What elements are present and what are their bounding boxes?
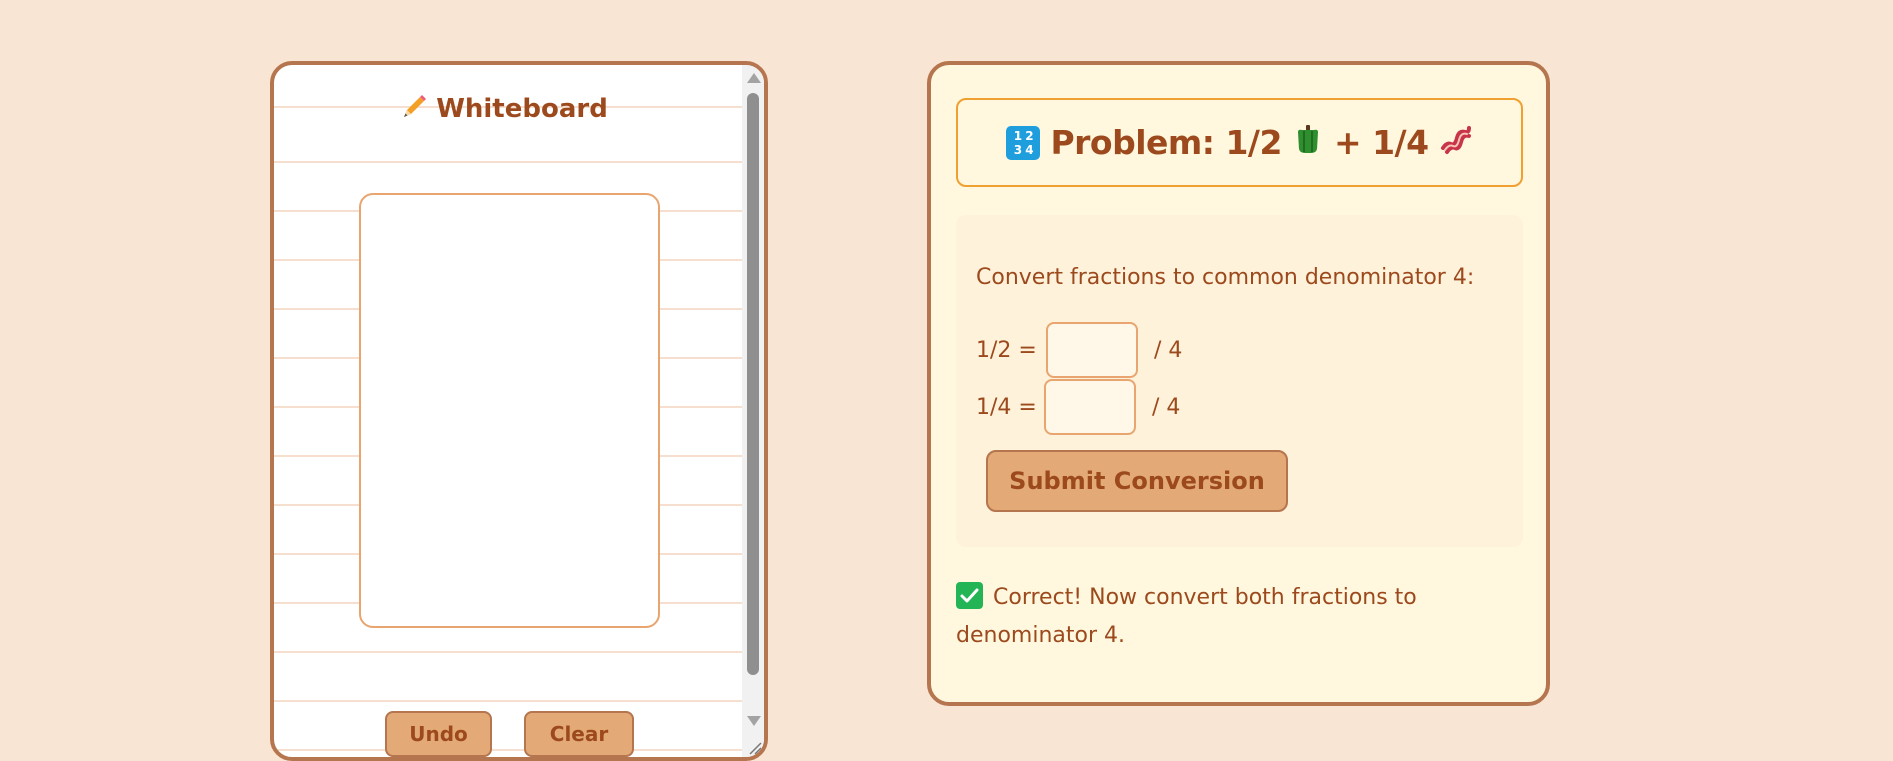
conversion-row: 1/2 = / 4 (976, 322, 1182, 378)
submit-conversion-button[interactable]: Submit Conversion (986, 450, 1288, 512)
input-numbers-icon: 1 23 4 (1006, 125, 1041, 160)
problem-header: 1 23 4 Problem: 1/2 + 1/4 (956, 98, 1523, 187)
fraction-label: 1/4 = (976, 394, 1037, 420)
problem-title: 1 23 4 Problem: 1/2 + 1/4 (1006, 122, 1472, 164)
whiteboard-panel: Whiteboard Undo Clear (270, 61, 768, 761)
fraction-label: 1/2 = (976, 337, 1037, 363)
problem-middle: + 1/4 (1333, 123, 1429, 162)
denominator-suffix: / 4 (1152, 394, 1181, 420)
instruction-text: Convert fractions to common denominator … (976, 265, 1475, 290)
scroll-thumb[interactable] (747, 93, 759, 675)
conversion-row: 1/4 = / 4 (976, 379, 1180, 435)
scrollbar[interactable] (742, 65, 764, 757)
conversion-area: Convert fractions to common denominator … (956, 215, 1523, 547)
feedback-text: Correct! Now convert both fractions to d… (956, 585, 1417, 648)
scroll-up-arrow-icon[interactable] (747, 73, 761, 83)
whiteboard-title-text: Whiteboard (436, 94, 608, 124)
problem-panel: 1 23 4 Problem: 1/2 + 1/4 Convert fracti… (927, 61, 1550, 706)
bacon-icon (1439, 122, 1473, 164)
feedback-message: Correct! Now convert both fractions to d… (956, 579, 1476, 655)
whiteboard-title: Whiteboard (274, 93, 734, 128)
problem-prefix: Problem: 1/2 (1050, 123, 1282, 162)
check-mark-icon (956, 582, 983, 609)
undo-button[interactable]: Undo (385, 711, 492, 757)
numerator-input-1[interactable] (1046, 322, 1138, 378)
scroll-down-arrow-icon[interactable] (747, 716, 761, 726)
pencil-icon (400, 93, 428, 128)
resize-grip-icon[interactable] (746, 739, 762, 755)
drawing-canvas[interactable] (359, 193, 660, 628)
numerator-input-2[interactable] (1044, 379, 1136, 435)
green-pepper-icon (1292, 123, 1324, 163)
denominator-suffix: / 4 (1154, 337, 1183, 363)
clear-button[interactable]: Clear (524, 711, 634, 757)
